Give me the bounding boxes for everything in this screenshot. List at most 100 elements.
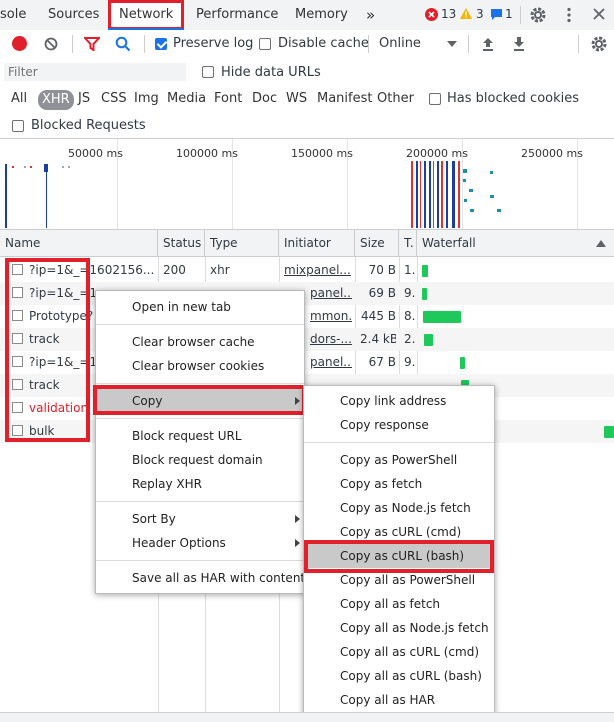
request-size: 445 B [361, 309, 396, 323]
menu-item-copy-response[interactable]: Copy response [304, 413, 494, 437]
menu-item-clear-cache[interactable]: Clear browser cache [96, 330, 304, 354]
table-row[interactable]: track dors-... 2.4 kB 2. [0, 328, 614, 351]
message-count[interactable]: 1 [505, 7, 513, 21]
waterfall-bar [422, 265, 428, 277]
menu-item-copy-all-har[interactable]: Copy all as HAR [304, 688, 494, 712]
table-row[interactable]: ?ip=1&_=1 panel... 67 B 9. [0, 351, 614, 374]
sort-ascending-icon[interactable] [596, 240, 606, 247]
filter-type-xhr[interactable]: XHR [38, 90, 74, 110]
throttling-select[interactable]: Online [379, 36, 421, 51]
hide-data-urls-checkbox[interactable] [202, 66, 214, 78]
search-icon[interactable] [115, 36, 131, 55]
menu-item-copy-as-curl-bash[interactable]: Copy as cURL (bash) [304, 544, 494, 568]
preserve-log-checkbox[interactable] [155, 38, 167, 50]
request-initiator[interactable]: mmon... [310, 305, 352, 328]
column-header-status[interactable]: Status [158, 230, 205, 257]
request-initiator[interactable]: mixpanel... [284, 259, 352, 282]
column-header-name[interactable]: Name [0, 230, 158, 257]
filter-type-js[interactable]: JS [78, 91, 90, 106]
request-name: ?ip=1&_=1602156... [29, 263, 155, 277]
filter-type-manifest[interactable]: Manifest [317, 91, 372, 106]
menu-item-copy-as-fetch[interactable]: Copy as fetch [304, 472, 494, 496]
column-header-time[interactable]: T. [399, 230, 417, 257]
disable-cache-checkbox[interactable] [259, 38, 271, 50]
overview-timeline[interactable]: 50000 ms 100000 ms 150000 ms 200000 ms 2… [0, 139, 614, 230]
menu-item-block-domain[interactable]: Block request domain [96, 448, 304, 472]
request-initiator[interactable]: dors-... [310, 328, 352, 351]
table-row[interactable]: ?ip=1&_=1 panel... 69 B 9. [0, 282, 614, 305]
export-har-icon[interactable] [512, 36, 526, 55]
menu-item-copy-as-curl-cmd[interactable]: Copy as cURL (cmd) [304, 520, 494, 544]
request-time: 9. [404, 286, 416, 300]
resource-file-icon [12, 310, 23, 321]
has-blocked-cookies-label: Has blocked cookies [447, 91, 580, 106]
menu-item-open-new-tab[interactable]: Open in new tab [96, 295, 304, 319]
menu-item-replay-xhr[interactable]: Replay XHR [96, 472, 304, 496]
submenu-arrow-icon [295, 515, 300, 523]
waterfall-bar [423, 311, 461, 323]
devtools-tab-strip: sole Sources Network Performance Memory … [0, 0, 614, 31]
more-options-icon[interactable] [566, 7, 572, 26]
has-blocked-cookies-checkbox[interactable] [429, 93, 441, 105]
request-time: 8. [404, 309, 416, 323]
blocked-requests-checkbox[interactable] [12, 120, 24, 132]
clear-icon[interactable] [44, 37, 58, 54]
warning-icon [459, 7, 473, 23]
message-icon [490, 8, 503, 24]
context-menu: Open in new tab Clear browser cache Clea… [95, 290, 305, 594]
filter-type-font[interactable]: Font [214, 91, 242, 106]
menu-item-copy-as-powershell[interactable]: Copy as PowerShell [304, 448, 494, 472]
menu-item-header-options[interactable]: Header Options [96, 531, 304, 555]
waterfall-bar [422, 288, 427, 300]
tab-performance[interactable]: Performance [196, 0, 278, 30]
column-header-type[interactable]: Type [205, 230, 279, 257]
settings-gear-icon[interactable] [529, 6, 547, 27]
disable-cache-label: Disable cache [278, 36, 369, 51]
more-tabs-button[interactable]: » [366, 0, 375, 30]
filter-type-doc[interactable]: Doc [252, 91, 277, 106]
request-initiator[interactable]: panel... [310, 351, 352, 374]
menu-item-copy-all-curl-cmd[interactable]: Copy all as cURL (cmd) [304, 640, 494, 664]
tab-sources[interactable]: Sources [48, 0, 99, 30]
request-initiator[interactable]: panel... [310, 282, 352, 305]
network-settings-gear-icon[interactable] [590, 35, 608, 56]
column-header-size[interactable]: Size [355, 230, 399, 257]
menu-item-block-url[interactable]: Block request URL [96, 424, 304, 448]
filter-icon[interactable] [82, 37, 102, 54]
waterfall-bar [604, 426, 614, 438]
column-header-initiator[interactable]: Initiator [279, 230, 355, 257]
menu-item-copy-all-fetch[interactable]: Copy all as fetch [304, 592, 494, 616]
request-status: 200 [163, 263, 186, 277]
tab-network[interactable]: Network [108, 0, 185, 30]
menu-item-copy-all-nodejs-fetch[interactable]: Copy all as Node.js fetch [304, 616, 494, 640]
menu-item-clear-cookies[interactable]: Clear browser cookies [96, 354, 304, 378]
error-count[interactable]: 13 [441, 7, 456, 21]
menu-item-sort-by[interactable]: Sort By [96, 507, 304, 531]
menu-item-copy-as-nodejs-fetch[interactable]: Copy as Node.js fetch [304, 496, 494, 520]
filter-type-other[interactable]: Other [377, 91, 414, 106]
filter-input[interactable] [4, 63, 186, 81]
column-header-waterfall[interactable]: Waterfall [417, 230, 614, 257]
filter-type-img[interactable]: Img [134, 91, 159, 106]
menu-item-save-har[interactable]: Save all as HAR with content [96, 566, 305, 590]
menu-item-copy-all-curl-bash[interactable]: Copy all as cURL (bash) [304, 664, 494, 688]
table-row[interactable]: Prototype? mmon... 445 B 8. [0, 305, 614, 328]
menu-item-copy-link-address[interactable]: Copy link address [304, 389, 494, 413]
tab-console[interactable]: sole [0, 0, 26, 30]
filter-type-ws[interactable]: WS [286, 91, 307, 106]
waterfall-bar [460, 357, 465, 369]
table-row[interactable]: ?ip=1&_=1602156... 200 xhr mixpanel... 7… [0, 259, 614, 282]
menu-item-copy[interactable]: Copy [96, 389, 304, 413]
filter-type-css[interactable]: CSS [101, 91, 127, 106]
menu-item-copy-all-powershell[interactable]: Copy all as PowerShell [304, 568, 494, 592]
close-icon[interactable] [592, 7, 606, 24]
resource-file-icon [12, 356, 23, 367]
throttling-dropdown-icon[interactable] [447, 41, 457, 47]
filter-type-media[interactable]: Media [167, 91, 206, 106]
warning-count[interactable]: 3 [476, 7, 484, 21]
import-har-icon[interactable] [481, 36, 495, 55]
record-icon[interactable] [12, 36, 27, 51]
tab-memory[interactable]: Memory [295, 0, 348, 30]
blocked-requests-label: Blocked Requests [31, 118, 146, 133]
filter-type-all[interactable]: All [11, 91, 27, 106]
